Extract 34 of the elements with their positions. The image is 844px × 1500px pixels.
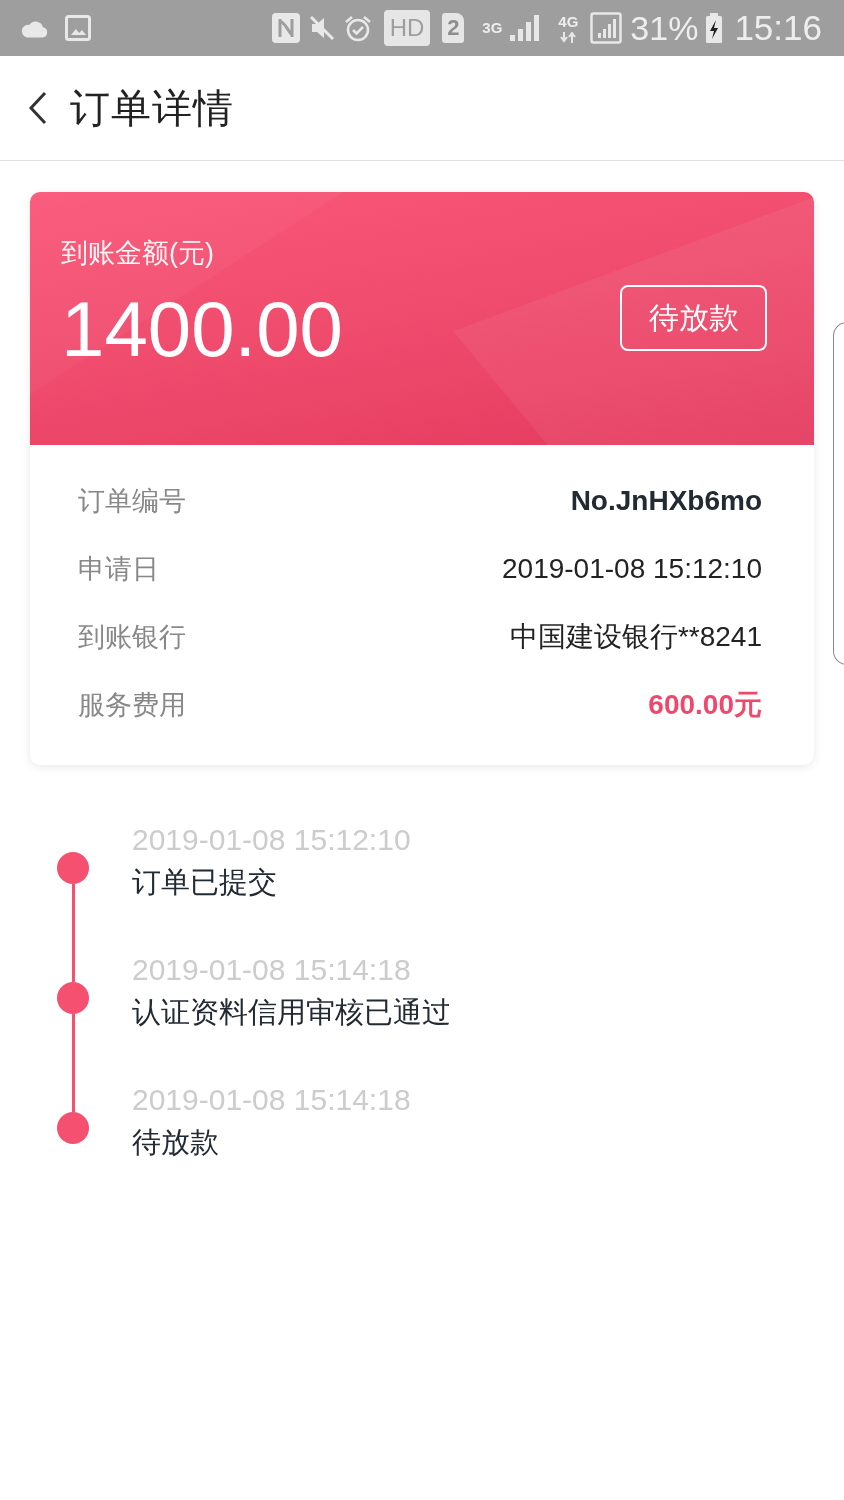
timeline-dot [57,1112,89,1144]
back-chevron-icon [28,91,48,125]
timeline-event: 订单已提交 [132,865,278,900]
status-button[interactable]: 待放款 [620,285,767,351]
detail-label: 订单编号 [78,485,186,518]
timeline-event: 认证资料信用审核已通过 [132,995,451,1030]
signal-box-icon [590,12,623,44]
network-type: 3G [482,20,503,36]
nfc-icon [271,13,300,43]
detail-value: No.JnHXb6mo [570,485,762,517]
detail-value: 600.00元 [648,688,762,722]
hd-indicator: HD [383,10,431,46]
amount-label: 到账金额(元) [61,237,215,270]
network-type: 4G [558,13,579,30]
detail-value: 2019-01-08 15:12:10 [502,553,762,585]
battery-charging-icon [706,13,723,43]
battery-percent: 31% [630,8,699,48]
image-icon [65,15,91,41]
clock-time: 15:16 [734,8,822,48]
page-title: 订单详情 [70,84,234,132]
alarm-icon [343,14,372,42]
detail-value: 中国建设银行**8241 [509,620,762,654]
back-button[interactable] [28,91,48,125]
detail-label: 到账银行 [78,621,186,654]
signal-icon [510,15,541,41]
timeline-event: 待放款 [132,1125,220,1160]
sim-indicator: 2 [442,13,465,43]
detail-label: 服务费用 [78,689,186,722]
timeline-dot [57,982,89,1014]
detail-label: 申请日 [78,553,159,586]
timeline-dot [57,852,89,884]
amount-value: 1400.00 [61,284,343,374]
mute-icon [307,14,336,42]
data-arrows-icon [559,31,578,43]
